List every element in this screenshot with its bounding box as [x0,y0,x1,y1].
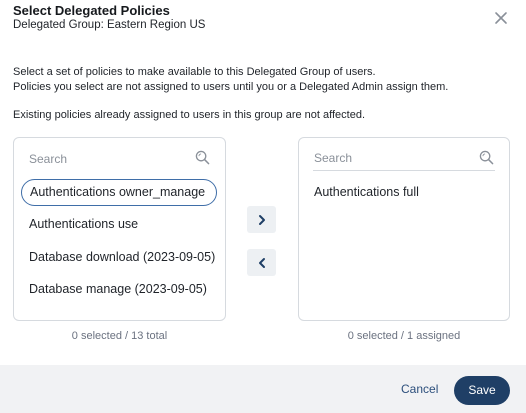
available-search-input[interactable] [28,146,211,171]
chevron-left-icon [258,257,265,268]
assigned-policies-panel: Authentications full [298,137,510,321]
search-icon[interactable] [195,150,210,165]
close-icon [495,12,507,24]
select-delegated-policies-dialog: Select Delegated Policies Delegated Grou… [0,0,526,413]
add-policy-button[interactable] [247,206,276,233]
dialog-subtitle: Delegated Group: Eastern Region US [13,19,206,31]
dialog-title: Select Delegated Policies [13,3,170,18]
dialog-footer: Cancel Save [0,365,526,413]
description-line-1: Select a set of policies to make availab… [13,66,376,78]
description-line-3: Existing policies already assigned to us… [13,109,365,121]
list-item[interactable]: Authentications full [314,185,419,199]
assigned-search-input[interactable] [313,146,495,171]
list-item[interactable]: Database manage (2023-09-05) [21,277,217,304]
remove-policy-button[interactable] [247,249,276,276]
close-button[interactable] [493,10,509,26]
list-item[interactable]: Authentications owner_manage [21,179,217,206]
available-count: 0 selected / 13 total [71,330,168,342]
list-item[interactable]: Database download (2023-09-05) [21,245,217,272]
chevron-right-icon [258,214,265,225]
description-line-2: Policies you select are not assigned to … [13,81,449,93]
assigned-count: 0 selected / 1 assigned [347,330,461,342]
list-item[interactable]: Authentications use [21,212,217,239]
search-icon[interactable] [479,150,494,165]
cancel-button[interactable]: Cancel [401,382,438,396]
save-button[interactable]: Save [454,376,510,405]
available-policies-panel: Authentications owner_manage Authenticat… [13,137,226,321]
